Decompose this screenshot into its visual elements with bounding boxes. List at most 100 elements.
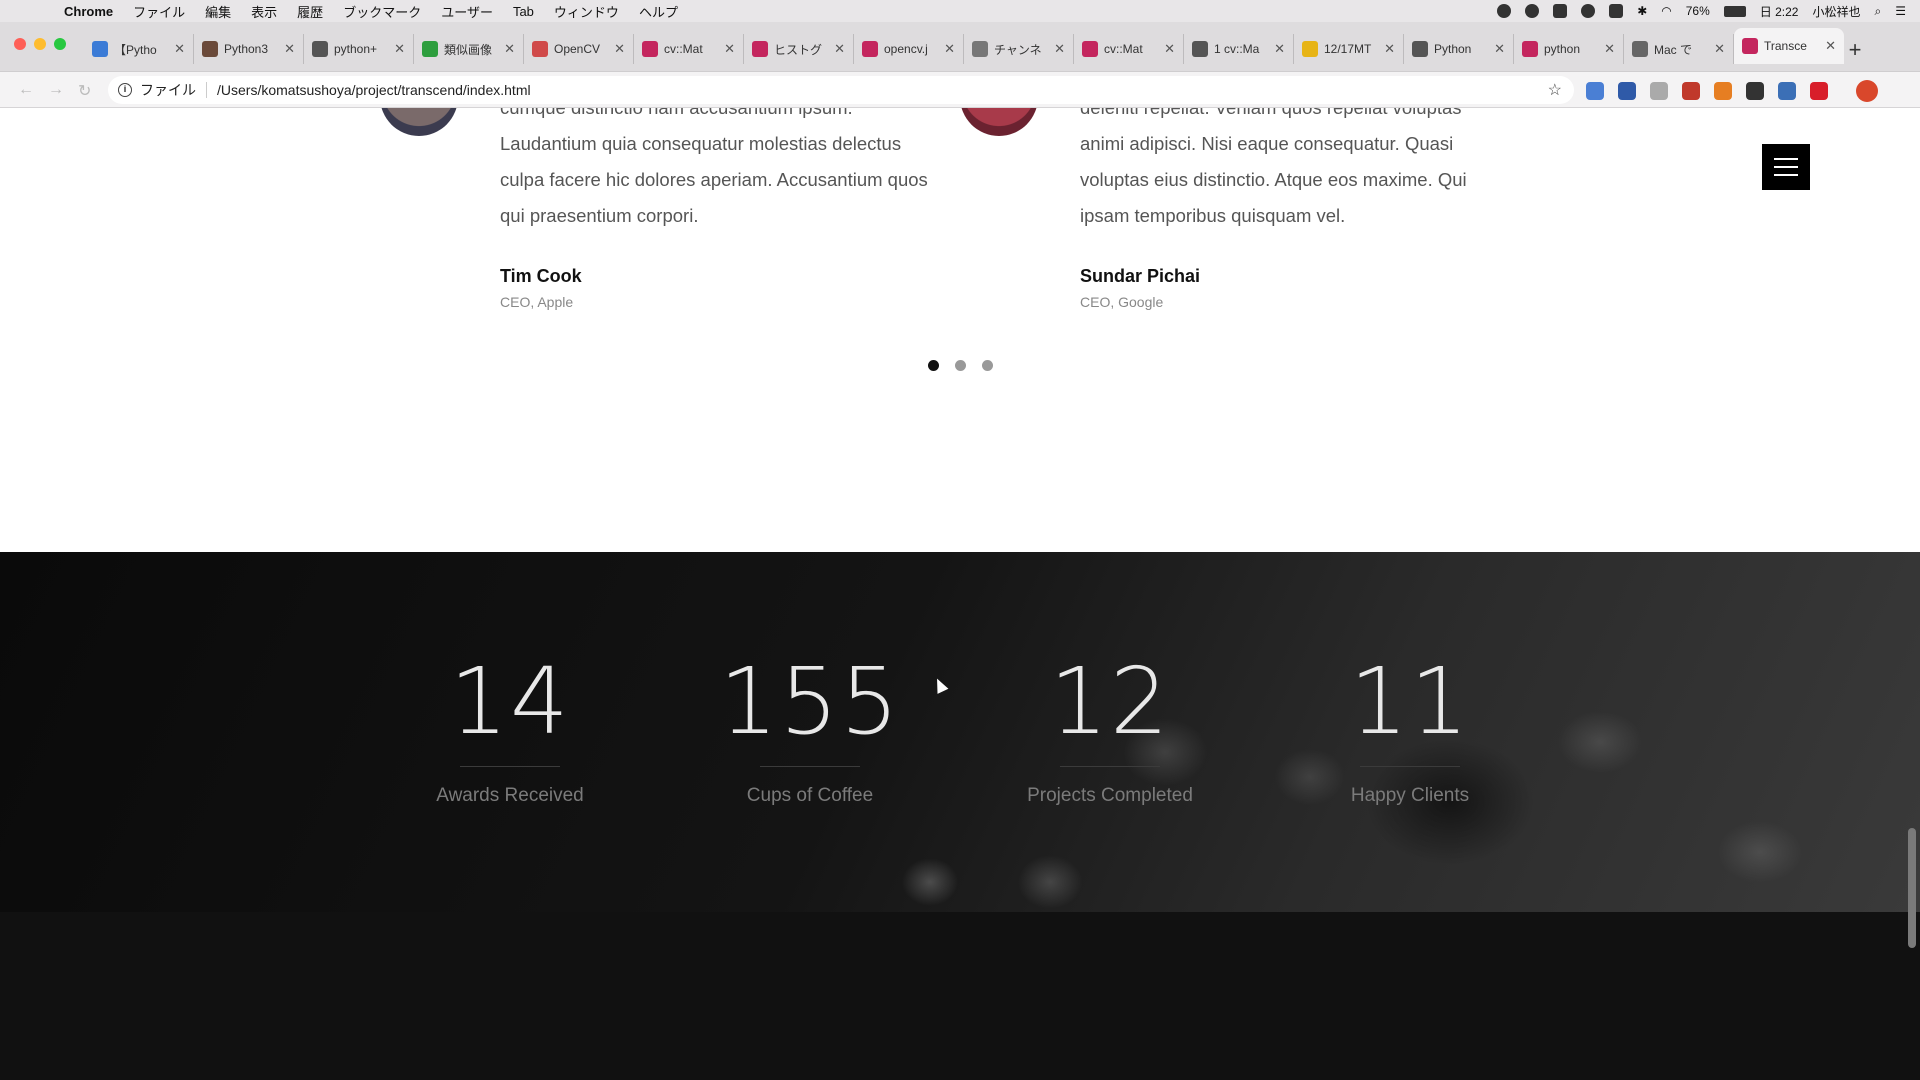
address-bar[interactable]: i ファイル /Users/komatsushoya/project/trans… — [108, 76, 1574, 104]
hamburger-menu-button[interactable] — [1762, 144, 1810, 190]
spotlight-icon[interactable]: ⌕ — [1875, 4, 1882, 19]
input-method-icon[interactable] — [1609, 4, 1624, 18]
menu-help[interactable]: ヘルプ — [629, 2, 688, 21]
tab-list: 【Pytho ✕ Python3 ✕ python+ ✕ 類似画像 ✕ OpenCV ✕ cv::M… — [84, 28, 1844, 70]
reload-icon[interactable]: ↻ — [78, 81, 91, 101]
menu-people[interactable]: ユーザー — [431, 2, 503, 21]
tab-favicon-icon — [1412, 41, 1428, 57]
tab-close-icon[interactable]: ✕ — [1604, 41, 1615, 57]
window-minimize-button[interactable] — [34, 38, 46, 50]
browser-tab[interactable]: Python3 ✕ — [194, 34, 304, 64]
browser-tab[interactable]: python+ ✕ — [304, 34, 414, 64]
hamburger-line — [1774, 158, 1798, 160]
notes-icon[interactable] — [1553, 4, 1568, 18]
app-menu[interactable]: Chrome — [54, 4, 123, 19]
selenium-extension-icon[interactable] — [1746, 82, 1764, 100]
translate-extension-icon[interactable] — [1586, 82, 1604, 100]
browser-tab[interactable]: チャンネ ✕ — [964, 34, 1074, 64]
browser-tab[interactable]: cv::Mat ✕ — [634, 34, 744, 64]
stat-divider — [1060, 766, 1160, 767]
tab-title: 類似画像 — [444, 42, 493, 57]
browser-tab[interactable]: Mac で ✕ — [1624, 34, 1734, 64]
site-info-icon[interactable]: i — [118, 83, 132, 97]
creative-cloud-icon[interactable] — [1581, 4, 1596, 18]
tab-close-icon[interactable]: ✕ — [1825, 38, 1836, 54]
window-maximize-button[interactable] — [54, 38, 66, 50]
tab-strip: 【Pytho ✕ Python3 ✕ python+ ✕ 類似画像 ✕ OpenCV ✕ cv::M… — [0, 22, 1920, 72]
tab-close-icon[interactable]: ✕ — [944, 41, 955, 57]
browser-tab[interactable]: 【Pytho ✕ — [84, 34, 194, 64]
stat-label: Cups of Coffee — [746, 785, 874, 806]
browser-tab[interactable]: Transce ✕ — [1734, 28, 1844, 64]
tab-close-icon[interactable]: ✕ — [1714, 41, 1725, 57]
carousel-dot[interactable] — [955, 360, 966, 371]
tab-close-icon[interactable]: ✕ — [834, 41, 845, 57]
back-icon[interactable]: ← — [18, 81, 34, 99]
browser-tab[interactable]: 1 cv::Ma ✕ — [1184, 34, 1294, 64]
tab-title: python+ — [334, 42, 378, 56]
page-scrollbar[interactable] — [1908, 828, 1916, 948]
browser-tab[interactable]: Python ✕ — [1404, 34, 1514, 64]
tab-title: ヒストグ — [774, 42, 823, 57]
battery-icon[interactable] — [1723, 5, 1746, 17]
browser-tab[interactable]: opencv.j ✕ — [854, 34, 964, 64]
tab-title: 【Pytho — [114, 42, 157, 57]
tab-favicon-icon — [532, 41, 548, 57]
gif-extension-icon[interactable] — [1682, 82, 1700, 100]
menu-file[interactable]: ファイル — [123, 2, 195, 21]
browser-tab[interactable]: OpenCV ✕ — [524, 34, 634, 64]
bookmark-star-icon[interactable]: ☆ — [1548, 80, 1562, 100]
menu-history[interactable]: 履歴 — [287, 2, 333, 21]
tab-close-icon[interactable]: ✕ — [1494, 41, 1505, 57]
tab-close-icon[interactable]: ✕ — [394, 41, 405, 57]
macos-menu-bar: Chrome ファイル 編集 表示 履歴 ブックマーク ユーザー Tab ウィン… — [0, 0, 1920, 22]
menu-edit[interactable]: 編集 — [195, 2, 241, 21]
video-extension-icon[interactable] — [1810, 82, 1828, 100]
url-text[interactable]: /Users/komatsushoya/project/transcend/in… — [217, 82, 531, 98]
menu-bookmarks[interactable]: ブックマーク — [333, 2, 431, 21]
tab-close-icon[interactable]: ✕ — [284, 41, 295, 57]
tab-close-icon[interactable]: ✕ — [1054, 41, 1065, 57]
menu-view[interactable]: 表示 — [241, 2, 287, 21]
snowflake-extension-icon[interactable] — [1778, 82, 1796, 100]
tab-favicon-icon — [312, 41, 328, 57]
stat-label: Happy Clients — [1350, 785, 1470, 806]
control-center-icon[interactable]: ☰ — [1895, 4, 1906, 18]
forward-icon[interactable]: → — [48, 81, 64, 99]
testimonial-quote: deleniti repellat. Veniam quos repellat … — [1080, 108, 1467, 226]
browser-tab[interactable]: cv::Mat ✕ — [1074, 34, 1184, 64]
clock[interactable]: 日 2:22 — [1760, 3, 1799, 20]
carousel-dot[interactable] — [982, 360, 993, 371]
metamask-extension-icon[interactable] — [1714, 82, 1732, 100]
menu-tab[interactable]: Tab — [503, 4, 544, 19]
tab-close-icon[interactable]: ✕ — [1384, 41, 1395, 57]
wifi-icon[interactable]: ◠ — [1661, 4, 1671, 18]
tab-close-icon[interactable]: ✕ — [504, 41, 515, 57]
stat-value: 12 — [1049, 648, 1171, 755]
new-tab-button[interactable]: + — [1842, 38, 1868, 64]
browser-tab[interactable]: 類似画像 ✕ — [414, 34, 524, 64]
user-name[interactable]: 小松祥也 — [1812, 3, 1860, 20]
testimonial-avatar — [380, 108, 458, 136]
dictionary-extension-icon[interactable] — [1618, 82, 1636, 100]
record-icon[interactable] — [1497, 4, 1512, 18]
tab-close-icon[interactable]: ✕ — [724, 41, 735, 57]
grammarly-icon[interactable] — [1525, 4, 1540, 18]
hamburger-line — [1774, 166, 1798, 168]
tab-favicon-icon — [1632, 41, 1648, 57]
stat-value: 11 — [1349, 648, 1471, 755]
tab-close-icon[interactable]: ✕ — [614, 41, 625, 57]
tab-close-icon[interactable]: ✕ — [174, 41, 185, 57]
carousel-dot[interactable] — [928, 360, 939, 371]
menu-window[interactable]: ウィンドウ — [544, 2, 629, 21]
chat-extension-icon[interactable] — [1650, 82, 1668, 100]
profile-avatar[interactable] — [1856, 80, 1878, 102]
browser-tab[interactable]: 12/17MT ✕ — [1294, 34, 1404, 64]
tab-close-icon[interactable]: ✕ — [1164, 41, 1175, 57]
browser-tab[interactable]: python ✕ — [1514, 34, 1624, 64]
browser-tab[interactable]: ヒストグ ✕ — [744, 34, 854, 64]
window-close-button[interactable] — [14, 38, 26, 50]
bluetooth-icon[interactable]: ✱ — [1637, 4, 1647, 18]
stat-divider — [460, 766, 560, 767]
tab-close-icon[interactable]: ✕ — [1274, 41, 1285, 57]
